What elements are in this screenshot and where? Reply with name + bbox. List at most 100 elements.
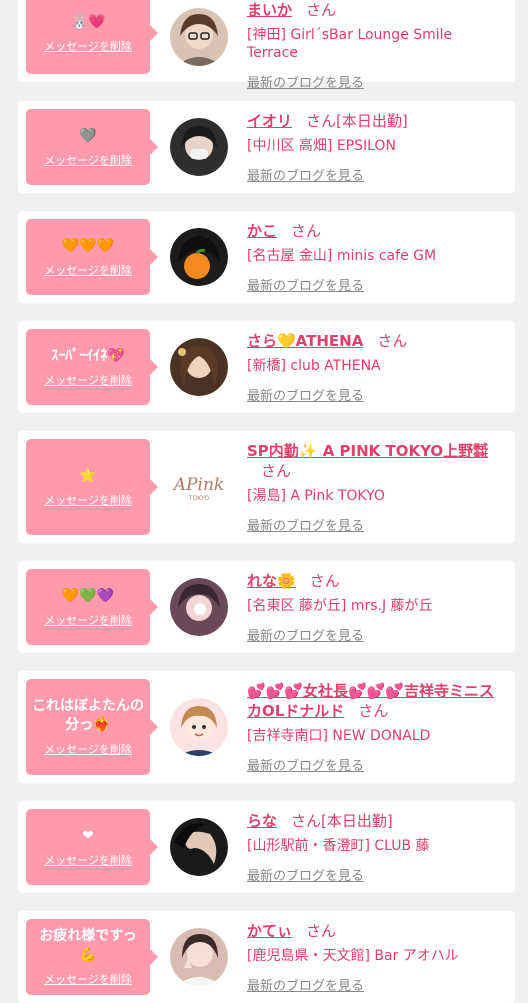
cast-name-link[interactable]: れな🌼 — [247, 572, 296, 590]
honorific: さん — [358, 702, 389, 720]
latest-blog-link[interactable]: 最新のブログを見る — [247, 275, 505, 294]
avatar[interactable] — [170, 698, 228, 756]
message-bubble: 🐰💗 メッセージを削除 — [26, 0, 158, 74]
cast-name-link[interactable]: かこ — [247, 222, 277, 240]
avatar[interactable] — [170, 818, 228, 876]
cast-info: かてぃ さん [鹿児島県・天文館] Bar アオハル 最新のブログを見る — [247, 921, 505, 994]
message-bubble: お疲れ様ですっ💪 メッセージを削除 — [26, 919, 158, 995]
avatar[interactable] — [170, 228, 228, 286]
honorific: さん — [306, 1, 337, 19]
message-bubble: ｽｰﾊﾟｰｲｲﾈ💖 メッセージを削除 — [26, 329, 158, 405]
honorific: さん — [306, 922, 337, 940]
cast-name-link[interactable]: さら💛ATHENA — [247, 332, 363, 350]
avatar[interactable]: APink TOKYO — [170, 458, 228, 516]
name-line: かこ さん — [247, 221, 505, 241]
apink-logo-sub: TOKYO — [188, 495, 209, 502]
message-text: ｽｰﾊﾟｰｲｲﾈ💖 — [51, 347, 125, 364]
name-line: まいか さん — [247, 0, 505, 20]
honorific: さん — [309, 572, 340, 590]
honorific: さん[本日出勤] — [306, 112, 408, 130]
shop-info: [新橋] club ATHENA — [247, 358, 381, 374]
latest-blog-link[interactable]: 最新のブログを見る — [247, 72, 505, 91]
delete-message-link[interactable]: メッセージを削除 — [44, 492, 132, 508]
message-text: 🩶 — [79, 127, 97, 144]
apink-logo-text: APink — [172, 475, 224, 495]
latest-blog-link[interactable]: 最新のブログを見る — [247, 625, 505, 644]
message-card: 🐰💗 メッセージを削除 まいか さん [神田] Girl´sBar Lounge … — [18, 0, 515, 91]
cast-info: SP内勤✨ A PINK TOKYO上野㍿さん [湯島] A Pink TOKY… — [247, 441, 505, 534]
name-line: SP内勤✨ A PINK TOKYO上野㍿さん — [247, 441, 505, 481]
message-card: 🧡🧡🧡 メッセージを削除 かこ さん [名古屋 金山] minis cafe GM… — [18, 211, 515, 303]
shop-info: [吉祥寺南口] NEW DONALD — [247, 728, 431, 744]
message-bubble: ⭐ メッセージを削除 — [26, 439, 158, 535]
name-line: イオリ さん[本日出勤] — [247, 111, 505, 131]
message-card: ｽｰﾊﾟｰｲｲﾈ💖 メッセージを削除 さら💛ATHENA さん [新橋] club… — [18, 321, 515, 413]
shop-info: [鹿児島県・天文館] Bar アオハル — [247, 948, 459, 964]
name-line: らな さん[本日出勤] — [247, 811, 505, 831]
delete-message-link[interactable]: メッセージを削除 — [44, 852, 132, 868]
avatar[interactable] — [170, 578, 228, 636]
cast-name-link[interactable]: イオリ — [247, 112, 292, 130]
message-card: お疲れ様ですっ💪 メッセージを削除 かてぃ さん [鹿児島県・天文館] Bar ア… — [18, 911, 515, 1003]
delete-message-link[interactable]: メッセージを削除 — [44, 971, 132, 987]
honorific: さん — [377, 332, 408, 350]
name-line: れな🌼 さん — [247, 571, 505, 591]
message-text: ❤ — [82, 827, 94, 844]
honorific: さん — [261, 462, 292, 480]
message-bubble: ❤ メッセージを削除 — [26, 809, 158, 885]
avatar[interactable] — [170, 118, 228, 176]
message-text: 🧡🧡🧡 — [61, 237, 115, 254]
name-line: 💕💕💕女社長💕💕💕吉祥寺ミニスカOLドナルド さん — [247, 681, 505, 721]
message-bubble: 🩶 メッセージを削除 — [26, 109, 158, 185]
latest-blog-link[interactable]: 最新のブログを見る — [247, 165, 505, 184]
cast-name-link[interactable]: かてぃ — [247, 922, 292, 940]
shop-info: [湯島] A Pink TOKYO — [247, 488, 385, 504]
shop-info: [名古屋 金山] minis cafe GM — [247, 248, 437, 264]
message-text: 🐰💗 — [70, 13, 106, 30]
cast-info: らな さん[本日出勤] [山形駅前・香澄町] CLUB 藤 最新のブログを見る — [247, 811, 505, 884]
delete-message-link[interactable]: メッセージを削除 — [44, 152, 132, 168]
thanks-message-list: 🐰💗 メッセージを削除 まいか さん [神田] Girl´sBar Lounge … — [0, 0, 528, 1003]
message-card: ⭐ メッセージを削除 APink TOKYO SP内勤✨ A PINK TOKYO… — [18, 431, 515, 543]
avatar[interactable] — [170, 928, 228, 986]
delete-message-link[interactable]: メッセージを削除 — [44, 741, 132, 757]
cast-name-link[interactable]: まいか — [247, 1, 292, 19]
message-bubble: これはぼよたんの 分っ❤️‍🔥 メッセージを削除 — [26, 679, 158, 775]
honorific: さん — [291, 222, 322, 240]
message-text: お疲れ様ですっ💪 — [39, 928, 137, 963]
message-text: ⭐ — [79, 467, 97, 484]
message-text: これはぼよたんの 分っ❤️‍🔥 — [32, 698, 144, 733]
shop-info: [中川区 高畑] EPSILON — [247, 138, 396, 154]
cast-info: かこ さん [名古屋 金山] minis cafe GM 最新のブログを見る — [247, 221, 505, 294]
message-card: 🩶 メッセージを削除 イオリ さん[本日出勤] [中川区 高畑] EPSILON … — [18, 101, 515, 193]
avatar[interactable] — [170, 338, 228, 396]
message-text: 🧡💚💜 — [61, 587, 115, 604]
shop-info: [山形駅前・香澄町] CLUB 藤 — [247, 838, 430, 854]
message-card: ❤ メッセージを削除 らな さん[本日出勤] [山形駅前・香澄町] CLUB 藤 … — [18, 801, 515, 893]
cast-info: まいか さん [神田] Girl´sBar Lounge Smile Terrac… — [247, 0, 505, 91]
cast-name-link[interactable]: らな — [247, 812, 277, 830]
avatar[interactable] — [170, 8, 228, 66]
message-bubble: 🧡💚💜 メッセージを削除 — [26, 569, 158, 645]
name-line: さら💛ATHENA さん — [247, 331, 505, 351]
cast-info: 💕💕💕女社長💕💕💕吉祥寺ミニスカOLドナルド さん [吉祥寺南口] NEW DON… — [247, 681, 505, 774]
latest-blog-link[interactable]: 最新のブログを見る — [247, 975, 505, 994]
shop-info: [神田] Girl´sBar Lounge Smile Terrace — [247, 27, 453, 61]
name-line: かてぃ さん — [247, 921, 505, 941]
cast-info: さら💛ATHENA さん [新橋] club ATHENA 最新のブログを見る — [247, 331, 505, 404]
latest-blog-link[interactable]: 最新のブログを見る — [247, 385, 505, 404]
delete-message-link[interactable]: メッセージを削除 — [44, 372, 132, 388]
message-card: これはぼよたんの 分っ❤️‍🔥 メッセージを削除 💕💕💕女社長💕💕💕吉祥寺ミニス… — [18, 671, 515, 783]
shop-info: [名東区 藤が丘] mrs.J 藤が丘 — [247, 598, 433, 614]
latest-blog-link[interactable]: 最新のブログを見る — [247, 515, 505, 534]
message-card: 🧡💚💜 メッセージを削除 れな🌼 さん [名東区 藤が丘] mrs.J 藤が丘 最… — [18, 561, 515, 653]
latest-blog-link[interactable]: 最新のブログを見る — [247, 865, 505, 884]
message-bubble: 🧡🧡🧡 メッセージを削除 — [26, 219, 158, 295]
delete-message-link[interactable]: メッセージを削除 — [44, 612, 132, 628]
delete-message-link[interactable]: メッセージを削除 — [44, 38, 132, 54]
honorific: さん[本日出勤] — [291, 812, 393, 830]
cast-info: れな🌼 さん [名東区 藤が丘] mrs.J 藤が丘 最新のブログを見る — [247, 571, 505, 644]
latest-blog-link[interactable]: 最新のブログを見る — [247, 755, 505, 774]
cast-name-link[interactable]: SP内勤✨ A PINK TOKYO上野㍿ — [247, 442, 488, 460]
delete-message-link[interactable]: メッセージを削除 — [44, 262, 132, 278]
